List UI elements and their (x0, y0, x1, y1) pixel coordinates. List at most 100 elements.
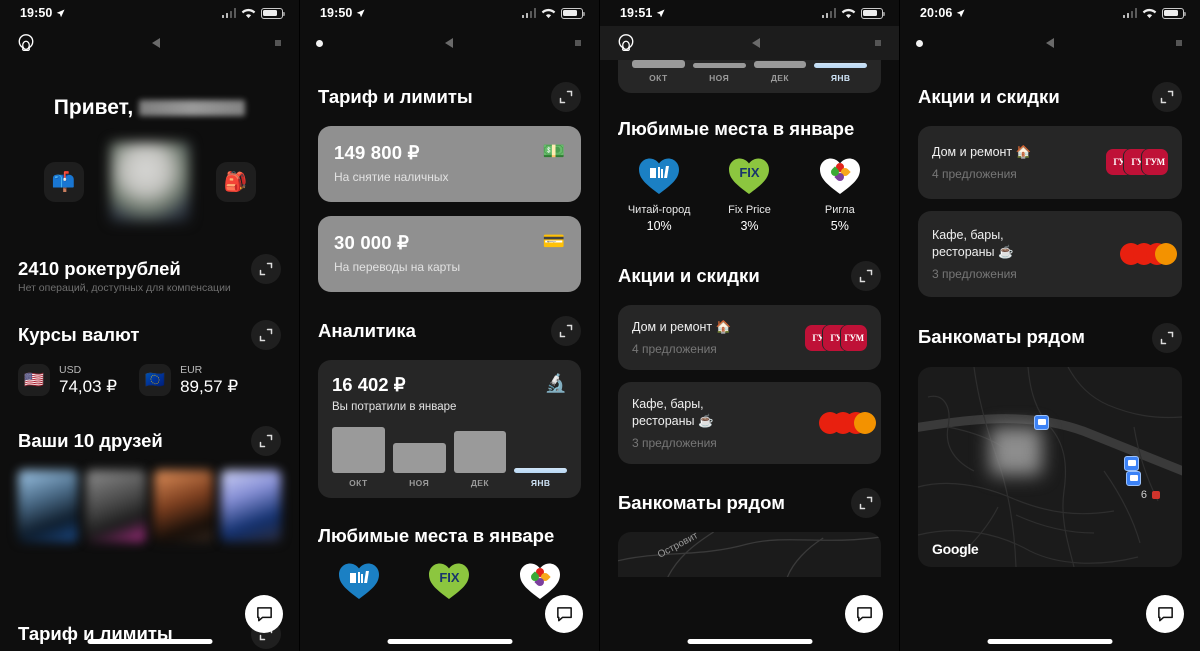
analytics-card-clipped[interactable]: ОКТ НОЯ ДЕК ЯНВ (618, 60, 881, 93)
bar-column[interactable] (692, 60, 746, 68)
limit-card-transfers[interactable]: 30 000 ₽ На переводы на карты 💳 (318, 216, 581, 292)
offer-title: Дом и ремонт 🏠 (932, 145, 1032, 159)
spending-chart-labels: ОКТ НОЯ ДЕК ЯНВ (332, 473, 567, 488)
place-item-fix-price[interactable]: FIX Fix Price 3% (707, 153, 791, 233)
expand-icon[interactable] (251, 320, 281, 350)
bar-column[interactable] (514, 427, 567, 473)
account-avatar-icon[interactable] (16, 33, 36, 53)
offers-title: Акции и скидки (618, 265, 760, 287)
atms-header: Банкоматы рядом (900, 322, 1200, 353)
atm-map-preview[interactable]: Островит (618, 531, 881, 577)
signal-bars-icon (1122, 8, 1137, 18)
status-bar: 19:51 (600, 0, 899, 26)
expand-icon[interactable] (551, 316, 581, 346)
places-list: Читай-город 10% FIX Fix Price 3% Ригла 5… (600, 153, 899, 233)
analytics-card[interactable]: 16 402 ₽ Вы потратили в январе 🔬 ОКТ НОЯ Д… (318, 360, 581, 498)
offer-card-cafes[interactable]: Кафе, бары, рестораны ☕ 3 предложения (918, 210, 1182, 297)
square-dot-icon (575, 40, 581, 46)
list-item[interactable] (18, 470, 78, 543)
place-name: Ригла (824, 204, 855, 217)
bar-column[interactable] (392, 427, 446, 473)
mastercard-logo-group (819, 412, 876, 435)
status-right (1122, 7, 1186, 19)
place-name: Читай-город (627, 204, 691, 217)
chart-bar (514, 468, 567, 473)
offer-title: Дом и ремонт 🏠 (632, 320, 732, 335)
bar-column[interactable] (753, 60, 807, 68)
chart-tick-label: ОКТ (349, 478, 368, 488)
spending-bar-chart[interactable] (632, 60, 867, 68)
offer-subtitle: 4 предложения (932, 166, 1017, 181)
list-item[interactable] (221, 470, 281, 543)
chat-bubble-icon[interactable] (1146, 595, 1184, 633)
list-item[interactable] (85, 470, 146, 543)
expand-icon[interactable] (551, 82, 581, 112)
wifi-icon (241, 8, 256, 18)
place-item-chitai-gorod[interactable]: Читай-город 10% (617, 153, 701, 233)
expand-icon[interactable] (1152, 322, 1182, 353)
places-header: Любимые места в январе (600, 118, 899, 139)
limit-amount: 149 800 ₽ (334, 142, 420, 163)
chart-tick-label: ОКТ (649, 73, 668, 83)
user-photo[interactable] (109, 142, 190, 222)
expand-icon[interactable] (251, 254, 281, 284)
bar-column[interactable] (453, 427, 507, 473)
chitai-gorod-heart-icon (637, 153, 681, 197)
home-indicator[interactable] (87, 639, 212, 644)
home-indicator[interactable] (987, 639, 1113, 644)
atm-pin-icon[interactable] (1124, 455, 1139, 471)
offer-card-cafes[interactable]: Кафе, бары, рестораны ☕ 3 предложения (618, 382, 881, 464)
home-indicator[interactable] (687, 639, 812, 644)
app-bar (300, 26, 599, 60)
bar-column[interactable] (814, 60, 867, 68)
backpack-emoji[interactable]: 🎒 (215, 162, 256, 202)
location-arrow-icon (57, 8, 66, 17)
currency-header: Курсы валют (0, 320, 299, 350)
offer-card-home-repair[interactable]: Дом и ремонт 🏠 4 предложения ГУ ГУ ГУМ (918, 126, 1182, 199)
list-item[interactable] (153, 470, 214, 543)
status-right (521, 7, 585, 19)
currency-item-eur[interactable]: 🇪🇺 EUR 89,57 ₽ (139, 364, 238, 397)
status-right (221, 7, 285, 19)
atm-pin-icon[interactable] (1126, 470, 1141, 486)
limit-amount: 30 000 ₽ (334, 232, 410, 253)
location-arrow-icon (957, 8, 966, 17)
status-left: 19:51 (620, 6, 666, 20)
map-roads (918, 366, 1182, 567)
expand-icon[interactable] (851, 487, 881, 518)
panel-offers-atms: 20:06 Акции и скидки Дом и ремонт 🏠 4 пр… (900, 0, 1200, 651)
atm-map[interactable]: 6 Google (918, 366, 1182, 567)
spending-bar-chart[interactable] (332, 427, 567, 473)
offer-subtitle: 4 предложения (632, 342, 717, 357)
offer-card-home-repair[interactable]: Дом и ремонт 🏠 4 предложения ГУ ГУ ГУМ (618, 305, 881, 371)
page-dot-icon (916, 39, 923, 47)
currency-item-usd[interactable]: 🇺🇸 USD 74,03 ₽ (18, 364, 118, 397)
currency-code: EUR (180, 364, 203, 376)
chat-bubble-icon[interactable] (245, 595, 283, 633)
chat-bubble-icon[interactable] (545, 595, 583, 633)
expand-icon[interactable] (1152, 82, 1182, 112)
chart-bar (632, 60, 685, 68)
gum-logo-icon: ГУМ (1142, 149, 1168, 176)
limits-header: Тариф и лимиты (300, 82, 599, 112)
place-item[interactable] (317, 558, 401, 602)
place-item-rigla[interactable]: Ригла 5% (798, 153, 882, 233)
home-indicator[interactable] (387, 639, 512, 644)
expand-icon[interactable] (251, 426, 281, 457)
usd-flag-icon: 🇺🇸 (18, 364, 50, 397)
bar-column[interactable] (332, 427, 385, 473)
expand-icon[interactable] (851, 261, 881, 292)
square-dot-icon (875, 40, 881, 46)
limit-card-cash[interactable]: 149 800 ₽ На снятие наличных 💵 (318, 126, 581, 202)
status-bar: 19:50 (0, 0, 299, 26)
mailbox-emoji[interactable]: 📫 (43, 162, 84, 202)
atm-pin-icon[interactable] (1034, 414, 1049, 430)
place-item[interactable]: FIX (407, 558, 491, 602)
currency-value: 74,03 ₽ (59, 376, 118, 396)
screenshot-strip: 19:50 Привет, 📫 🎒 2410 рокетрублей Нет о… (0, 0, 1200, 651)
account-avatar-icon[interactable] (616, 33, 636, 53)
chat-bubble-icon[interactable] (845, 595, 883, 633)
location-arrow-icon (657, 8, 666, 17)
fix-price-heart-icon: FIX (427, 558, 471, 602)
bar-column[interactable] (632, 60, 685, 68)
